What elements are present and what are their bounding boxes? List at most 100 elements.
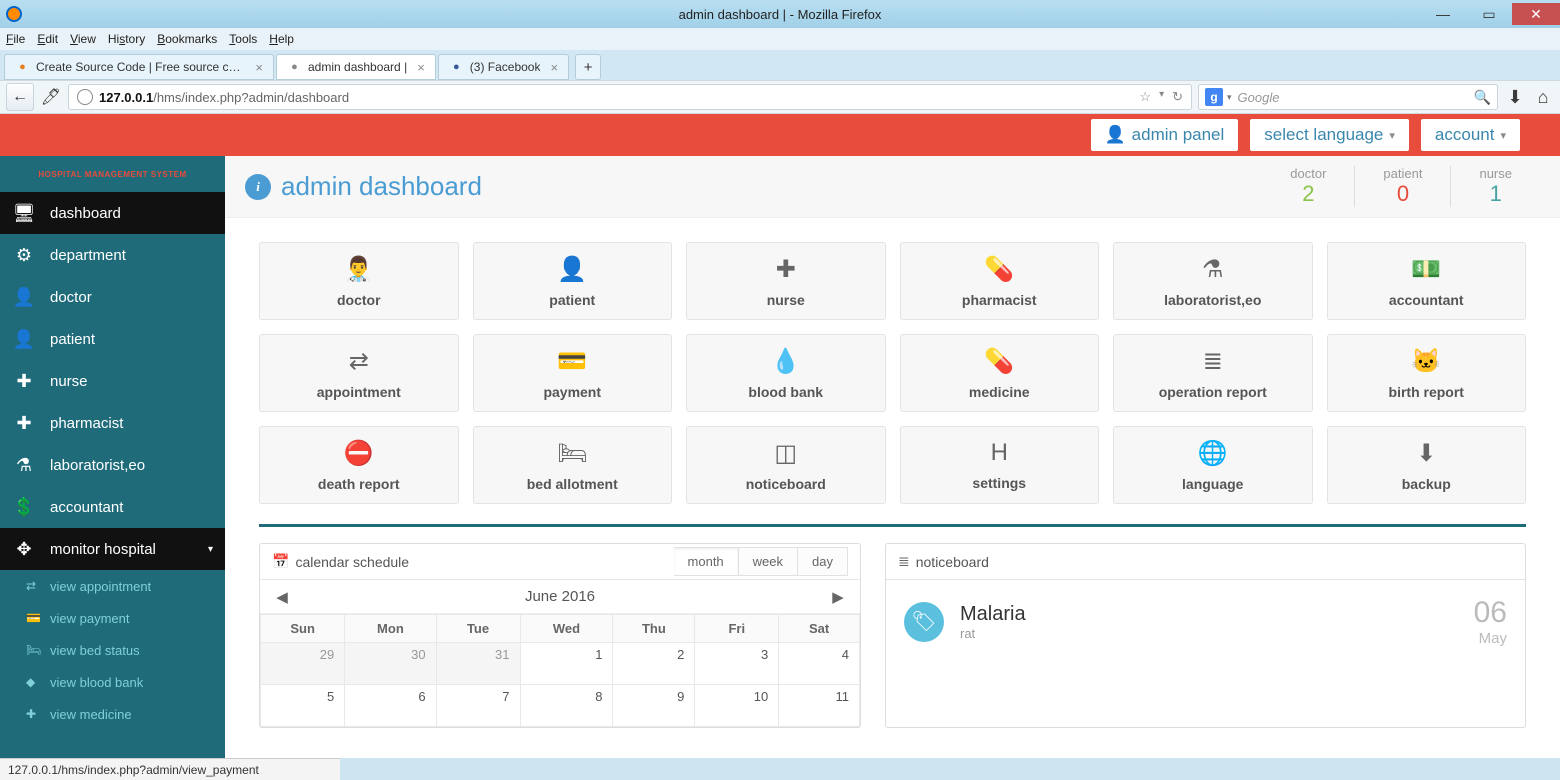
- reload-icon[interactable]: ↻: [1172, 89, 1183, 105]
- sidebar-item-accountant[interactable]: 💲accountant: [0, 486, 225, 528]
- tab-close-icon[interactable]: ×: [417, 60, 425, 75]
- search-bar[interactable]: g ▾ Google 🔍: [1198, 84, 1498, 110]
- dropdown-history-icon[interactable]: ▾: [1159, 89, 1164, 105]
- notice-item[interactable]: 🏷 Malaria rat 06 May: [886, 580, 1525, 663]
- calendar-cell[interactable]: 3: [695, 643, 779, 685]
- tile-label: language: [1182, 476, 1243, 492]
- sidebar-icon: 🖥: [12, 203, 36, 224]
- tile-birthreport[interactable]: 🐱birth report: [1327, 334, 1527, 412]
- lastpass-icon[interactable]: 🖊: [40, 83, 62, 111]
- tile-operationreport[interactable]: ≣operation report: [1113, 334, 1313, 412]
- sidebar-item-pharmacist[interactable]: ✚pharmacist: [0, 402, 225, 444]
- tile-medicine[interactable]: 💊medicine: [900, 334, 1100, 412]
- bookmark-star-icon[interactable]: ☆: [1139, 89, 1151, 105]
- sidebar-item-nurse[interactable]: ✚nurse: [0, 360, 225, 402]
- window-minimize-button[interactable]: —: [1420, 3, 1466, 25]
- sidebar-item-dashboard[interactable]: 🖥dashboard: [0, 192, 225, 234]
- page-content: 👤 admin panel select language ▾ account …: [0, 114, 1560, 758]
- menu-bookmarks[interactable]: Bookmarks: [157, 32, 217, 46]
- tile-backup[interactable]: ⬇backup: [1327, 426, 1527, 504]
- browser-tab[interactable]: ●admin dashboard |×: [276, 54, 436, 80]
- menu-tools[interactable]: Tools: [229, 32, 257, 46]
- sub-icon: ✚: [26, 707, 42, 721]
- tile-pharmacist[interactable]: 💊pharmacist: [900, 242, 1100, 320]
- tile-payment[interactable]: 💳payment: [473, 334, 673, 412]
- account-button[interactable]: account ▾: [1421, 119, 1520, 151]
- calendar-icon: 📅: [272, 553, 289, 570]
- notice-date: 06 May: [1474, 596, 1507, 647]
- calendar-cell[interactable]: 31: [436, 643, 520, 685]
- tile-laboratoristeo[interactable]: ⚗laboratorist,eo: [1113, 242, 1313, 320]
- sidebar-subitem[interactable]: ✚view medicine: [0, 698, 225, 730]
- tile-doctor[interactable]: 👨‍⚕️doctor: [259, 242, 459, 320]
- sidebar-item-patient[interactable]: 👤patient: [0, 318, 225, 360]
- window-maximize-button[interactable]: ▭: [1466, 3, 1512, 25]
- calendar-month-label: June 2016: [304, 588, 816, 605]
- tile-appointment[interactable]: ⇄appointment: [259, 334, 459, 412]
- tab-close-icon[interactable]: ×: [255, 60, 263, 75]
- tile-deathreport[interactable]: ⛔death report: [259, 426, 459, 504]
- calendar-cell[interactable]: 1: [520, 643, 613, 685]
- downloads-button[interactable]: ⬇: [1504, 83, 1526, 111]
- sidebar-item-laboratoristeo[interactable]: ⚗laboratorist,eo: [0, 444, 225, 486]
- sidebar-subitem[interactable]: 🛏view bed status: [0, 634, 225, 666]
- calendar-cell[interactable]: 5: [261, 685, 345, 727]
- sidebar-subitem[interactable]: ⇄view appointment: [0, 570, 225, 602]
- google-engine-icon[interactable]: g: [1205, 88, 1223, 106]
- calendar-cell[interactable]: 7: [436, 685, 520, 727]
- calendar-cell[interactable]: 4: [779, 643, 860, 685]
- tile-icon: ◫: [774, 439, 797, 468]
- calendar-dow: Fri: [695, 615, 779, 643]
- calendar-view-week[interactable]: week: [739, 547, 798, 576]
- sidebar-item-doctor[interactable]: 👤doctor: [0, 276, 225, 318]
- browser-tab[interactable]: ●(3) Facebook×: [438, 54, 569, 80]
- menu-history[interactable]: History: [108, 32, 145, 46]
- search-engine-dropdown-icon[interactable]: ▾: [1227, 92, 1232, 103]
- page-title: admin dashboard: [281, 171, 482, 202]
- menu-edit[interactable]: Edit: [37, 32, 58, 46]
- calendar-cell[interactable]: 8: [520, 685, 613, 727]
- window-close-button[interactable]: ✕: [1512, 3, 1560, 25]
- tile-settings[interactable]: Hsettings: [900, 426, 1100, 504]
- select-language-button[interactable]: select language ▾: [1250, 119, 1409, 151]
- calendar-cell[interactable]: 11: [779, 685, 860, 727]
- search-icon[interactable]: 🔍: [1474, 89, 1491, 106]
- sidebar-subitem[interactable]: ◆view blood bank: [0, 666, 225, 698]
- tile-nurse[interactable]: ✚nurse: [686, 242, 886, 320]
- calendar-view-month[interactable]: month: [674, 547, 739, 576]
- tile-label: backup: [1402, 476, 1451, 492]
- browser-tab[interactable]: ●Create Source Code | Free source cod...…: [4, 54, 274, 80]
- new-tab-button[interactable]: +: [575, 54, 601, 80]
- menu-help[interactable]: Help: [269, 32, 294, 46]
- sidebar-item-department[interactable]: ⚙department: [0, 234, 225, 276]
- calendar-panel: 📅 calendar schedule monthweekday ◀ June …: [259, 543, 861, 728]
- tile-accountant[interactable]: 💵accountant: [1327, 242, 1527, 320]
- tile-language[interactable]: 🌐language: [1113, 426, 1313, 504]
- menu-view[interactable]: View: [70, 32, 96, 46]
- admin-panel-button[interactable]: 👤 admin panel: [1091, 119, 1239, 151]
- tile-bedallotment[interactable]: 🛏bed allotment: [473, 426, 673, 504]
- calendar-cell[interactable]: 10: [695, 685, 779, 727]
- tile-bloodbank[interactable]: 💧blood bank: [686, 334, 886, 412]
- sidebar-item-monitor-hospital[interactable]: ✥ monitor hospital ▾: [0, 528, 225, 570]
- calendar-next-button[interactable]: ▶: [816, 588, 860, 606]
- address-bar[interactable]: 127.0.0.1/hms/index.php?admin/dashboard …: [68, 84, 1192, 110]
- menu-file[interactable]: File: [6, 32, 25, 46]
- tile-label: operation report: [1159, 384, 1267, 400]
- tile-label: death report: [318, 476, 400, 492]
- calendar-cell[interactable]: 2: [613, 643, 695, 685]
- calendar-view-day[interactable]: day: [798, 547, 848, 576]
- tile-patient[interactable]: 👤patient: [473, 242, 673, 320]
- calendar-cell[interactable]: 30: [345, 643, 436, 685]
- tab-close-icon[interactable]: ×: [550, 60, 558, 75]
- tab-title: admin dashboard |: [308, 60, 407, 74]
- calendar-cell[interactable]: 29: [261, 643, 345, 685]
- tile-noticeboard[interactable]: ◫noticeboard: [686, 426, 886, 504]
- home-button[interactable]: ⌂: [1532, 83, 1554, 111]
- calendar-cell[interactable]: 9: [613, 685, 695, 727]
- sidebar-subitem[interactable]: 💳view payment: [0, 602, 225, 634]
- calendar-cell[interactable]: 6: [345, 685, 436, 727]
- back-button[interactable]: ←: [6, 83, 34, 111]
- calendar-prev-button[interactable]: ◀: [260, 588, 304, 606]
- logo: HOSPITAL MANAGEMENT SYSTEM: [0, 156, 225, 192]
